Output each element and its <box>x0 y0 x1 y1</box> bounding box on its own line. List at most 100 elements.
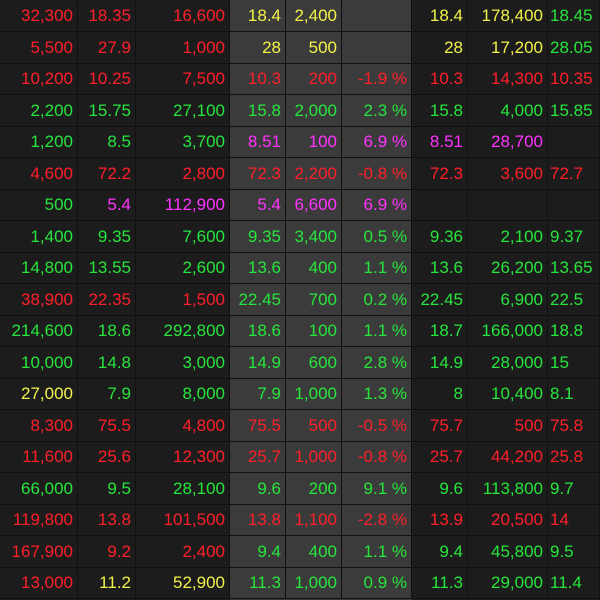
table-cell: 10,000 <box>0 346 78 378</box>
table-cell: 3,000 <box>136 346 230 378</box>
table-row[interactable]: 1,400 9.35 7,600 9.35 3,400 0.5 % 9.36 2,100 9.3… <box>0 220 600 253</box>
table-row[interactable]: 167,900 9.2 2,400 9.4 400 1.1 % 9.4 45,800 9.5 <box>0 535 600 568</box>
table-cell: 166,000 <box>468 315 548 346</box>
table-cell: 6,600 <box>286 189 342 220</box>
table-cell: 18.7 <box>412 315 468 346</box>
table-cell: 1,500 <box>136 283 230 315</box>
table-cell: 9.6 <box>230 472 286 504</box>
table-cell: 15.8 <box>230 94 286 126</box>
table-cell: 28,700 <box>468 126 548 157</box>
table-cell: 101,500 <box>136 504 230 535</box>
table-cell: 200 <box>286 63 342 94</box>
table-cell: 14,800 <box>0 252 78 283</box>
table-cell: 200 <box>286 472 342 504</box>
table-cell: 15.75 <box>78 94 136 126</box>
table-cell: 28,100 <box>136 472 230 504</box>
table-row[interactable]: 5,500 27.9 1,000 28 500 28 17,200 28.05 <box>0 31 600 64</box>
table-cell: 6.9 % <box>342 189 412 220</box>
table-cell: 14,300 <box>468 63 548 94</box>
table-cell: 18.6 <box>230 315 286 346</box>
price-board: 32,300 18.35 16,600 18.4 2,400 18.4 178,400 18.… <box>0 0 600 600</box>
table-row[interactable]: 13,000 11.2 52,900 11.3 1,000 0.9 % 11.3 29,000… <box>0 567 600 599</box>
table-cell: 11,600 <box>0 441 78 472</box>
table-cell: 9.2 <box>78 535 136 567</box>
table-cell: 8.5 <box>78 126 136 157</box>
table-cell: 4,800 <box>136 409 230 441</box>
table-cell: 9.1 % <box>342 472 412 504</box>
table-cell: -0.8 % <box>342 157 412 189</box>
table-cell: 18.8 <box>548 315 600 346</box>
table-cell: 72.3 <box>412 157 468 189</box>
table-row[interactable]: 38,900 22.35 1,500 22.45 700 0.2 % 22.45 6,900 2… <box>0 283 600 316</box>
table-cell: 4,600 <box>0 157 78 189</box>
table-cell: 2,000 <box>286 94 342 126</box>
table-cell: 25.6 <box>78 441 136 472</box>
table-cell: 8,000 <box>136 378 230 409</box>
table-row[interactable]: 2,200 15.75 27,100 15.8 2,000 2.3 % 15.8 4,000 1… <box>0 94 600 127</box>
table-cell: 500 <box>0 189 78 220</box>
table-cell: 18.6 <box>78 315 136 346</box>
table-cell: 13.9 <box>412 504 468 535</box>
table-cell: 13.8 <box>230 504 286 535</box>
table-row[interactable]: 8,300 75.5 4,800 75.5 500 -0.5 % 75.7 500 75.8 <box>0 409 600 442</box>
table-cell: 11.4 <box>548 567 600 598</box>
table-cell <box>342 31 412 63</box>
table-cell: 45,800 <box>468 535 548 567</box>
table-cell: 3,400 <box>286 220 342 252</box>
table-cell: 18.35 <box>78 0 136 31</box>
table-row[interactable]: 10,000 14.8 3,000 14.9 600 2.8 % 14.9 28,000 15 <box>0 346 600 379</box>
table-row[interactable]: 27,000 7.9 8,000 7.9 1,000 1.3 % 8 10,400 8.1 <box>0 378 600 410</box>
table-cell: 10.35 <box>548 63 600 94</box>
table-row[interactable]: 11,600 25.6 12,300 25.7 1,000 -0.8 % 25.7 44,20… <box>0 441 600 473</box>
table-cell: 0.9 % <box>342 567 412 598</box>
table-row[interactable]: 32,300 18.35 16,600 18.4 2,400 18.4 178,400 18.… <box>0 0 600 32</box>
table-cell: 27,000 <box>0 378 78 409</box>
table-row[interactable]: 10,200 10.25 7,500 10.3 200 -1.9 % 10.3 14,300 1… <box>0 63 600 95</box>
table-cell: 500 <box>286 409 342 441</box>
table-cell: 13.55 <box>78 252 136 283</box>
table-cell: -0.5 % <box>342 409 412 441</box>
table-cell: 22.45 <box>412 283 468 315</box>
table-cell: 292,800 <box>136 315 230 346</box>
table-cell: 4,000 <box>468 94 548 126</box>
table-row[interactable]: 66,000 9.5 28,100 9.6 200 9.1 % 9.6 113,800 9.7 <box>0 472 600 505</box>
table-cell: 1,400 <box>0 220 78 252</box>
table-cell: 1.1 % <box>342 535 412 567</box>
table-cell: 1,000 <box>136 31 230 63</box>
table-cell: 1,100 <box>286 504 342 535</box>
table-cell: 8.1 <box>548 378 600 409</box>
table-cell <box>342 0 412 31</box>
table-row[interactable]: 119,800 13.8 101,500 13.8 1,100 -2.8 % 13.9 20,… <box>0 504 600 536</box>
table-cell: 28 <box>230 31 286 63</box>
table-row[interactable]: 500 5.4 112,900 5.4 6,600 6.9 % <box>0 189 600 221</box>
table-cell: 0.2 % <box>342 283 412 315</box>
table-cell: 9.36 <box>412 220 468 252</box>
table-cell: 27.9 <box>78 31 136 63</box>
table-cell: 178,400 <box>468 0 548 31</box>
table-cell: 400 <box>286 252 342 283</box>
table-cell: 14.9 <box>230 346 286 378</box>
table-cell: 27,100 <box>136 94 230 126</box>
table-cell: 14 <box>548 504 600 535</box>
table-cell: 1.1 % <box>342 315 412 346</box>
table-cell: -2.8 % <box>342 504 412 535</box>
table-cell: 72.3 <box>230 157 286 189</box>
table-cell: 11.3 <box>230 567 286 598</box>
table-cell: 1,200 <box>0 126 78 157</box>
table-cell: 100 <box>286 315 342 346</box>
table-cell: 8 <box>412 378 468 409</box>
table-cell: 72.2 <box>78 157 136 189</box>
table-row[interactable]: 14,800 13.55 2,600 13.6 400 1.1 % 13.6 26,200 13… <box>0 252 600 284</box>
table-cell: 14.8 <box>78 346 136 378</box>
table-cell: 75.5 <box>230 409 286 441</box>
table-cell: 10.3 <box>412 63 468 94</box>
table-row[interactable]: 4,600 72.2 2,800 72.3 2,200 -0.8 % 72.3 3,600 72… <box>0 157 600 190</box>
table-row[interactable]: 1,200 8.5 3,700 8.51 100 6.9 % 8.51 28,700 <box>0 126 600 158</box>
table-cell: 66,000 <box>0 472 78 504</box>
table-cell: 52,900 <box>136 567 230 598</box>
table-cell: 10.3 <box>230 63 286 94</box>
table-row[interactable]: 214,600 18.6 292,800 18.6 100 1.1 % 18.7 166,00… <box>0 315 600 347</box>
table-cell: 7,500 <box>136 63 230 94</box>
table-cell: 17,200 <box>468 31 548 63</box>
table-cell: 112,900 <box>136 189 230 220</box>
